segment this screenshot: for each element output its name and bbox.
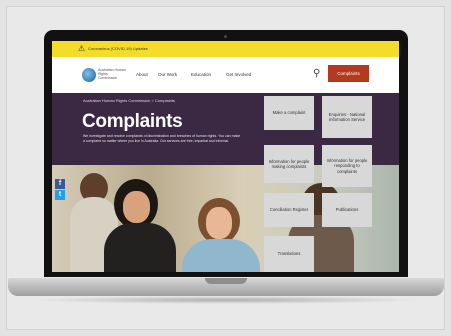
warning-icon: ⚠ bbox=[78, 44, 86, 53]
search-icon[interactable]: ⚲ bbox=[313, 68, 320, 80]
nav-item-get-involved[interactable]: Get Involved bbox=[226, 72, 251, 77]
tile-make-complaint[interactable]: Make a complaint bbox=[264, 96, 314, 130]
tile-info-making-complaints[interactable]: Information for people making complaints bbox=[264, 145, 314, 183]
page-description: We investigate and resolve complaints of… bbox=[83, 134, 241, 143]
complaints-button[interactable]: Complaints bbox=[328, 65, 369, 82]
tile-translations[interactable]: Translations bbox=[264, 236, 314, 272]
tile-conciliation-register[interactable]: Conciliation Register bbox=[264, 193, 314, 227]
nav-item-about[interactable]: About bbox=[136, 72, 148, 77]
logo-icon[interactable] bbox=[82, 68, 96, 82]
twitter-icon[interactable]: t bbox=[55, 190, 65, 200]
webcam bbox=[224, 35, 227, 38]
tile-publications[interactable]: Publications bbox=[322, 193, 372, 227]
facebook-icon[interactable]: f bbox=[55, 179, 65, 189]
alert-bar[interactable]: ⚠ Coronavirus (COVID-19) Updates bbox=[52, 41, 399, 57]
breadcrumb[interactable]: Australian Human Rights Commission > Com… bbox=[83, 98, 175, 103]
page-title: Complaints bbox=[82, 111, 183, 132]
laptop-shadow bbox=[30, 296, 422, 304]
nav-item-our-work[interactable]: Our Work bbox=[158, 72, 177, 77]
tile-info-responding[interactable]: Information for people responding to com… bbox=[322, 145, 372, 187]
tile-enquiries[interactable]: Enquiries - National Information Service bbox=[322, 96, 372, 138]
laptop-notch bbox=[205, 278, 247, 284]
nav-item-education[interactable]: Education bbox=[191, 72, 211, 77]
alert-text[interactable]: Coronavirus (COVID-19) Updates bbox=[88, 46, 148, 51]
logo-text[interactable]: Australian Human Rights Commission bbox=[98, 68, 128, 80]
laptop-screen: ⚠ Coronavirus (COVID-19) Updates Austral… bbox=[52, 41, 399, 272]
site-header: Australian Human Rights Commission About… bbox=[52, 57, 399, 93]
